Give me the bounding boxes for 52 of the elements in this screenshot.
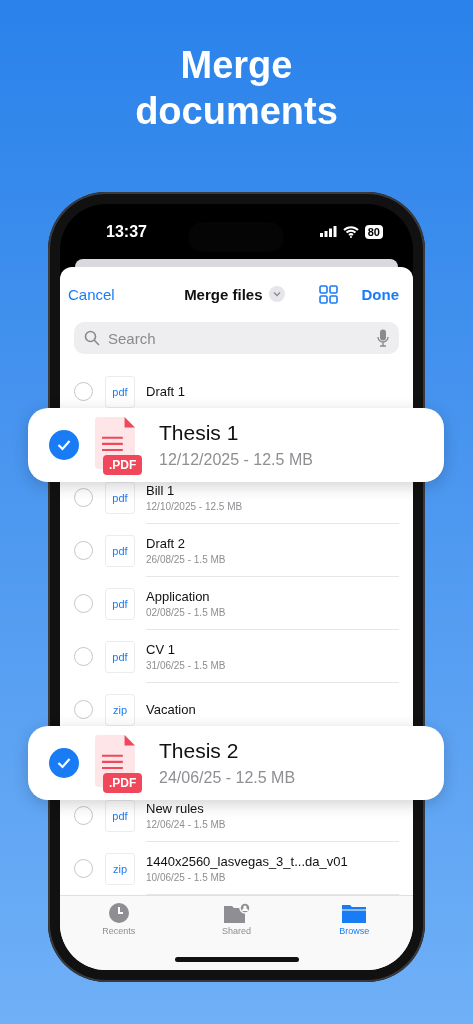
wifi-icon <box>342 225 359 238</box>
file-name: Thesis 2 <box>159 738 240 763</box>
file-icon: pdf <box>105 640 135 673</box>
tab[interactable]: Recents <box>60 896 178 970</box>
file-details: 24/06/25 - 12.5 MB <box>159 768 296 787</box>
done-button[interactable]: Done <box>361 285 399 303</box>
tab[interactable]: Browse <box>295 896 413 970</box>
signal-icon <box>319 226 337 237</box>
file-icon: pdf <box>105 799 135 832</box>
file-icon: pdf <box>105 587 135 620</box>
file-details: 12/12/2025 - 12.5 MB <box>159 450 313 469</box>
search-bar[interactable]: Search <box>74 322 399 354</box>
file-icon: zip <box>105 852 135 885</box>
search-icon <box>84 330 100 346</box>
file-name: Thesis 1 <box>159 420 240 445</box>
file-type-label: .PDF <box>103 772 143 793</box>
file-name: New rules <box>146 800 205 816</box>
microphone-icon[interactable] <box>377 329 389 347</box>
file-name: Application <box>146 588 211 604</box>
chevron-down-icon <box>268 286 285 302</box>
file-details: 02/08/25 - 1.5 MB <box>146 606 227 618</box>
file-name: Draft 2 <box>146 535 186 551</box>
folder-icon <box>341 902 368 924</box>
file-type-label: .PDF <box>103 454 143 475</box>
file-details: 10/06/25 - 1.5 MB <box>146 871 227 883</box>
file-details: 26/08/25 - 1.5 MB <box>146 553 227 565</box>
file-name: Vacation <box>146 701 197 717</box>
file-icon: pdf <box>105 534 135 567</box>
cancel-button[interactable]: Cancel <box>68 285 115 303</box>
grid-view-button[interactable] <box>318 284 338 304</box>
battery-level: 80 <box>364 224 383 239</box>
selected-file-card[interactable]: .PDF Thesis 2 24/06/25 - 12.5 MB <box>28 725 444 800</box>
file-icon: pdf <box>105 375 135 408</box>
file-name: Draft 1 <box>146 383 186 399</box>
title-menu-button[interactable]: Merge files <box>184 285 285 303</box>
file-details: 12/10/2025 - 12.5 MB <box>146 500 244 512</box>
checked-icon[interactable] <box>49 429 79 460</box>
file-icon: pdf <box>105 481 135 514</box>
file-name: CV 1 <box>146 641 176 657</box>
clock-icon <box>107 902 130 924</box>
shared-folder-icon <box>222 902 251 924</box>
grid-icon <box>318 284 338 304</box>
headline: Merge documents <box>134 43 339 134</box>
file-details: 31/06/25 - 1.5 MB <box>146 659 227 671</box>
selected-file-card[interactable]: .PDF Thesis 1 12/12/2025 - 12.5 MB <box>28 407 444 482</box>
file-details: 12/06/24 - 1.5 MB <box>146 818 227 830</box>
file-name: Bill 1 <box>146 482 176 498</box>
file-icon: zip <box>105 693 135 726</box>
file-name: 1440x2560_lasvegas_3_t...da_v01 <box>146 853 349 869</box>
status-time: 13:37 <box>106 222 147 241</box>
search-field[interactable]: Search <box>106 328 371 348</box>
checked-icon[interactable] <box>49 747 79 778</box>
